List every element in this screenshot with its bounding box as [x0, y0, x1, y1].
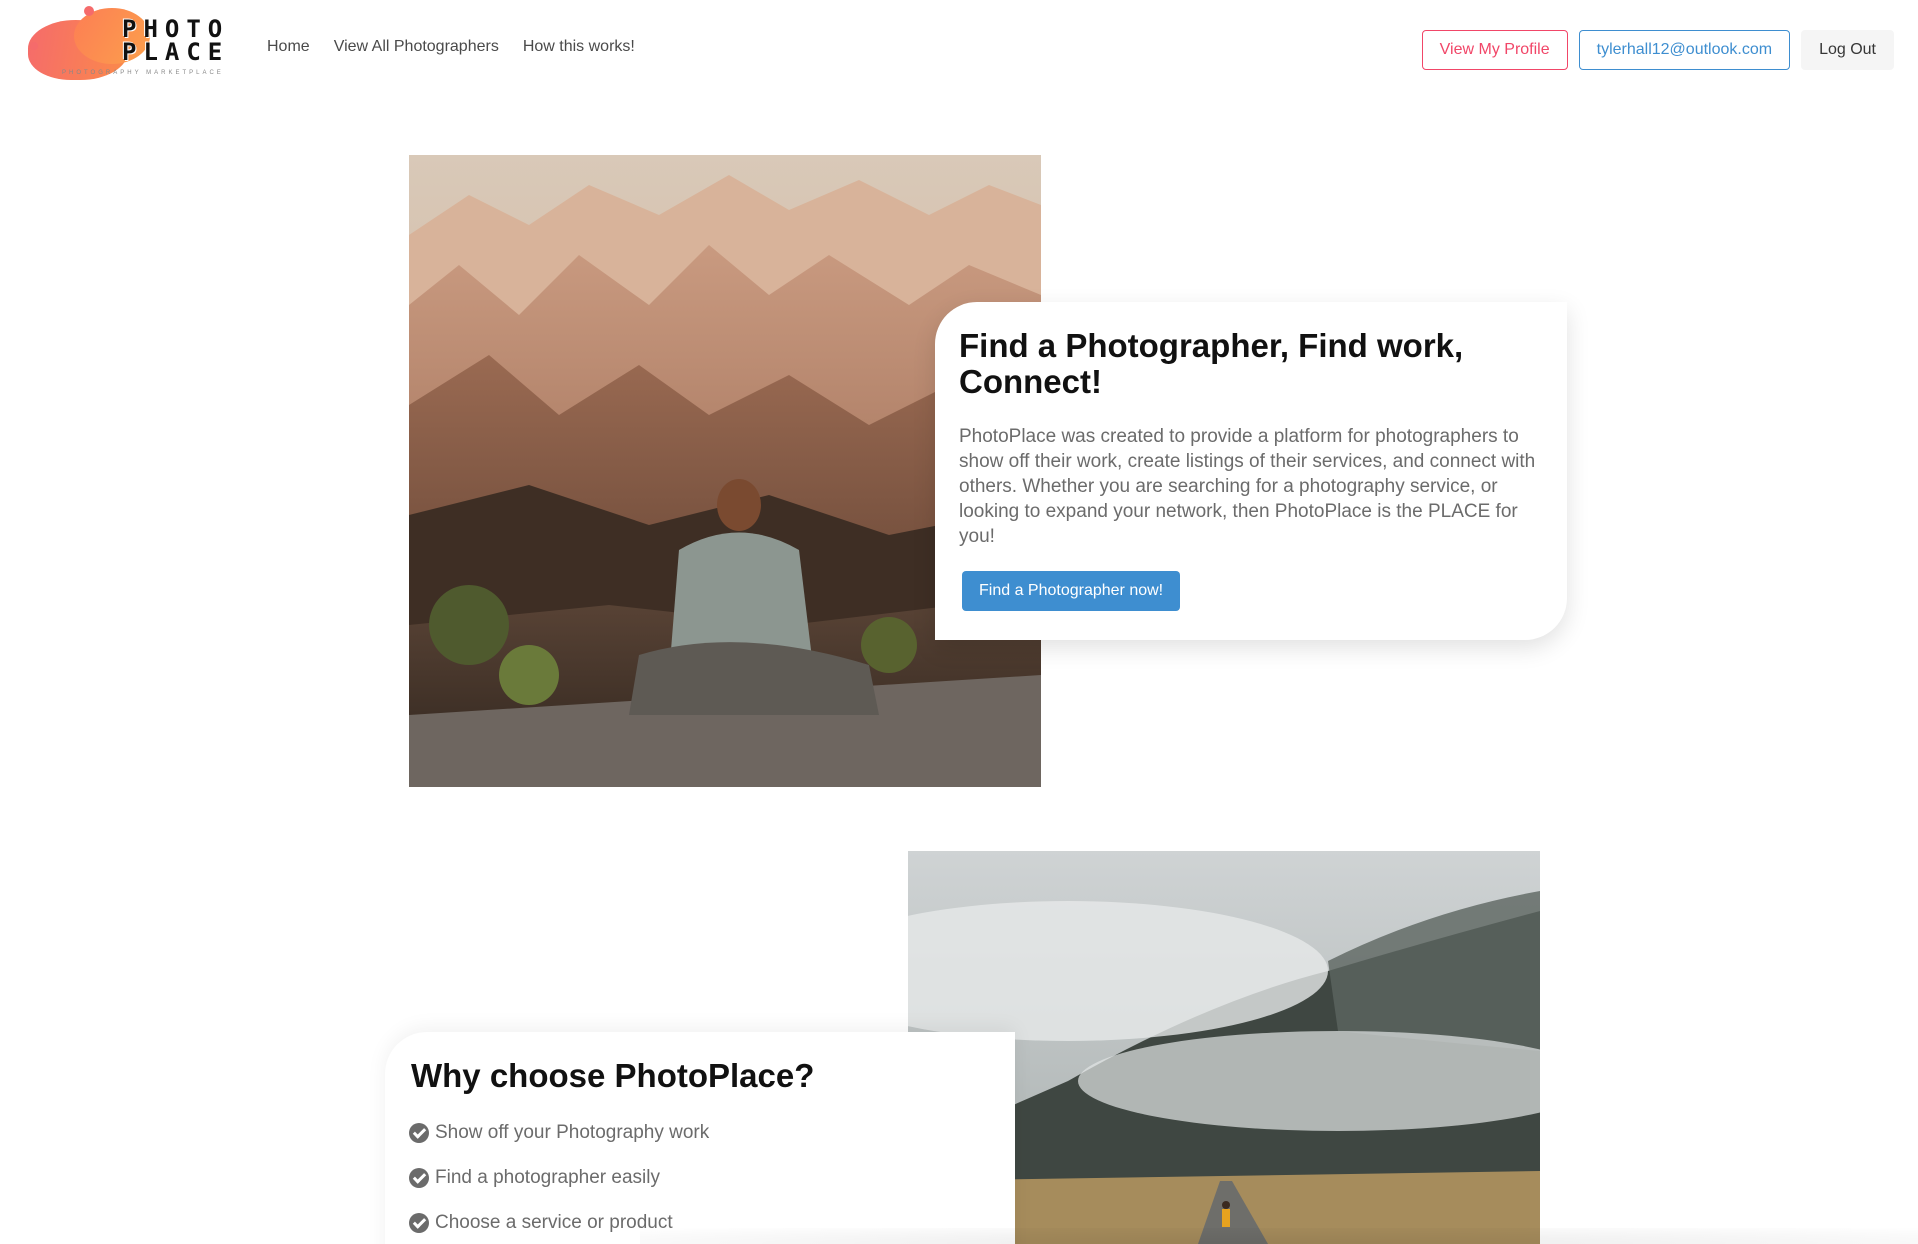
log-out-button[interactable]: Log Out: [1801, 30, 1894, 70]
nav-view-all-photographers-link[interactable]: View All Photographers: [334, 38, 499, 56]
logo-dot: [30, 42, 38, 50]
check-circle-icon: [409, 1122, 429, 1143]
why-list-item: Find a photographer easily: [409, 1155, 991, 1200]
nav-links: Home View All Photographers How this wor…: [267, 38, 635, 56]
nav-buttons: View My Profile tylerhall12@outlook.com …: [1421, 30, 1894, 70]
photoplace-logo[interactable]: PHOTO PLACE PHOTOGRAPHY MARKETPLACE: [26, 6, 238, 80]
logo-wordmark: PHOTO PLACE: [122, 17, 230, 66]
hero-description: PhotoPlace was created to provide a plat…: [959, 426, 1536, 547]
logo-tagline: PHOTOGRAPHY MARKETPLACE: [62, 70, 224, 76]
why-choose-card: Why choose PhotoPlace? Show off your Pho…: [385, 1032, 1015, 1244]
navbar: PHOTO PLACE PHOTOGRAPHY MARKETPLACE Home…: [0, 0, 1918, 98]
logo-dot: [84, 6, 94, 16]
why-list: Show off your Photography work Find a ph…: [409, 1110, 991, 1244]
why-item-label: Show off your Photography work: [435, 1121, 710, 1143]
nav-home-link[interactable]: Home: [267, 38, 310, 56]
find-photographer-button[interactable]: Find a Photographer now!: [962, 571, 1181, 611]
nav-how-this-works-link[interactable]: How this works!: [523, 38, 635, 56]
section-shadow: [640, 1228, 1918, 1244]
user-email-button[interactable]: tylerhall12@outlook.com: [1578, 30, 1791, 70]
hero-card: Find a Photographer, Find work, Connect!…: [935, 302, 1567, 640]
why-title: Why choose PhotoPlace?: [411, 1057, 815, 1094]
logo-wordmark-line: PLACE: [122, 38, 230, 66]
why-item-label: Choose a service or product: [435, 1211, 673, 1233]
page: PHOTO PLACE PHOTOGRAPHY MARKETPLACE Home…: [0, 0, 1918, 1244]
check-circle-icon: [409, 1212, 429, 1233]
check-circle-icon: [409, 1167, 429, 1188]
hero-title: Find a Photographer, Find work, Connect!: [959, 327, 1464, 400]
why-list-item: Show off your Photography work: [409, 1110, 991, 1155]
why-item-label: Find a photographer easily: [435, 1166, 660, 1188]
view-my-profile-button[interactable]: View My Profile: [1421, 30, 1568, 70]
